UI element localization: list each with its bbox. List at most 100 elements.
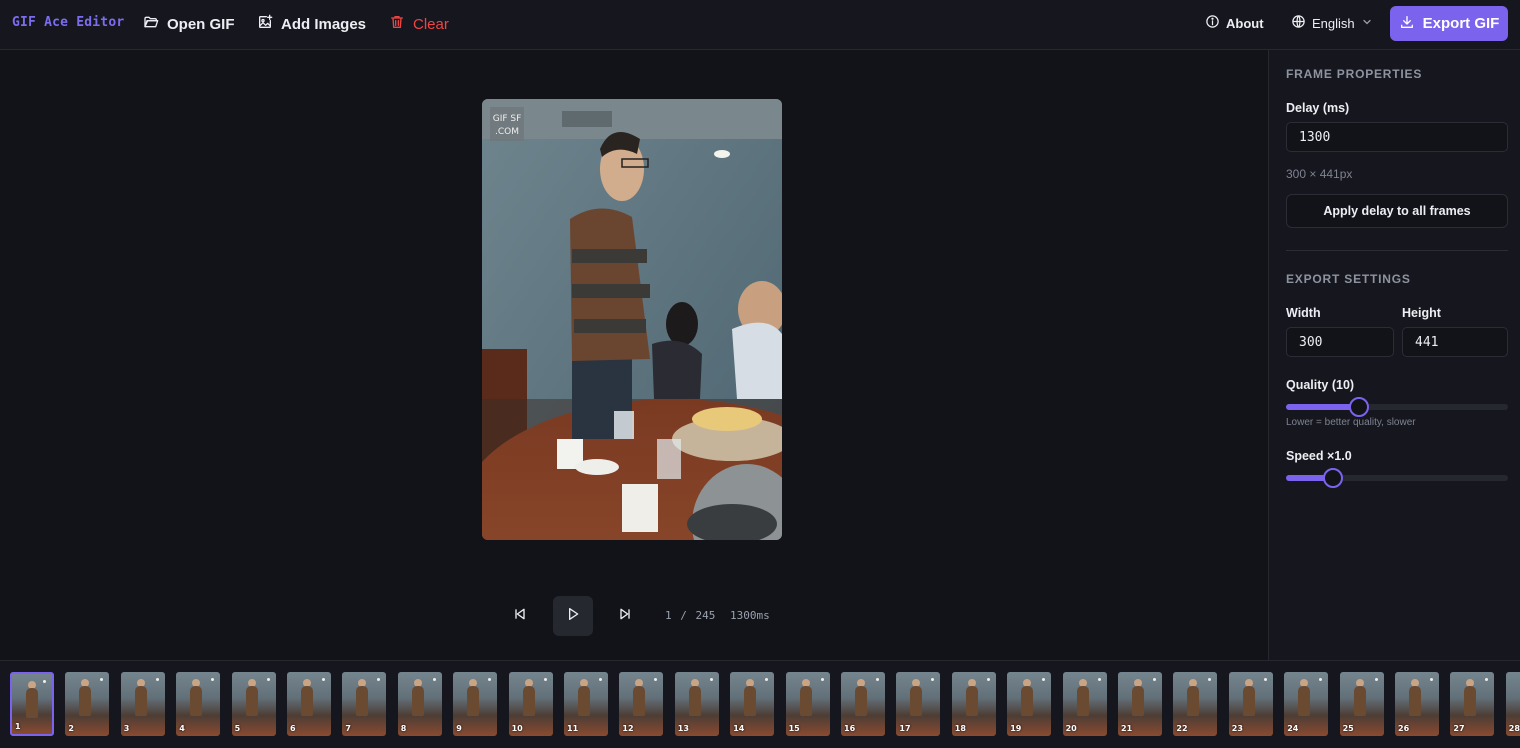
height-input[interactable]: 441 [1402,327,1508,357]
quality-hint: Lower = better quality, slower [1286,417,1416,428]
frame-thumbnail[interactable]: 25 [1340,672,1384,736]
thumbnail-light [710,678,713,681]
about-label: About [1226,16,1264,31]
previous-frame-button[interactable] [500,596,540,636]
frame-thumbnail[interactable]: 23 [1229,672,1273,736]
thumbnail-light [1042,678,1045,681]
thumbnail-figure-body [1077,686,1089,716]
frame-number: 28 [1509,724,1520,733]
thumbnail-light [1375,678,1378,681]
frame-thumbnail[interactable]: 20 [1063,672,1107,736]
frame-delay-readout: 1300ms [730,609,770,622]
folder-open-icon [143,14,159,34]
play-button[interactable] [553,596,593,636]
frame-thumbnail[interactable]: 19 [1007,672,1051,736]
thumbnail-light [488,678,491,681]
quality-slider-thumb[interactable] [1349,397,1369,417]
frame-thumbnail[interactable]: 14 [730,672,774,736]
add-images-button[interactable]: Add Images [257,13,366,35]
frame-number: 1 [15,722,21,731]
frame-number: 14 [733,724,744,733]
watermark-line1: GIF SF [493,114,522,124]
speed-slider-thumb[interactable] [1323,468,1343,488]
frame-number: 10 [512,724,523,733]
frame-thumbnail[interactable]: 9 [453,672,497,736]
thumbnail-figure-body [1187,686,1199,716]
section-divider [1286,250,1508,251]
chevron-down-icon [1361,16,1373,31]
thumbnail-light [931,678,934,681]
frame-number: 7 [345,724,351,733]
frame-number: 12 [622,724,633,733]
info-icon [1205,14,1220,32]
frame-preview: GIF SF .COM [482,99,782,540]
clear-button[interactable]: Clear [389,13,449,35]
frame-thumbnail[interactable]: 17 [896,672,940,736]
frame-number: 6 [290,724,296,733]
top-toolbar: GIF Ace Editor Open GIF Add Images Clear… [0,0,1520,50]
thumbnail-figure-body [1464,686,1476,716]
frame-thumbnail[interactable]: 2 [65,672,109,736]
thumbnail-figure-body [689,686,701,716]
apply-delay-all-button[interactable]: Apply delay to all frames [1286,194,1508,228]
language-select[interactable]: English [1291,14,1373,32]
quality-slider[interactable] [1286,404,1508,410]
thumbnail-figure-body [633,686,645,716]
thumbnail-light [1264,678,1267,681]
speed-slider[interactable] [1286,475,1508,481]
width-label: Width [1286,306,1321,320]
trash-icon [389,14,405,34]
playback-controls: 1 / 245 1300ms [0,596,1268,636]
frame-thumbnail[interactable]: 21 [1118,672,1162,736]
frame-number: 11 [567,724,578,733]
thumbnail-light [1098,678,1101,681]
skip-forward-icon [617,606,633,627]
frame-thumbnail[interactable]: 3 [121,672,165,736]
thumbnail-light [267,678,270,681]
frame-number: 2 [68,724,74,733]
frame-thumbnail[interactable]: 22 [1173,672,1217,736]
frame-thumbnail[interactable]: 5 [232,672,276,736]
frame-thumbnail[interactable]: 8 [398,672,442,736]
thumbnail-figure-body [523,686,535,716]
frame-thumbnail[interactable]: 12 [619,672,663,736]
frame-thumbnail[interactable]: 24 [1284,672,1328,736]
frame-number: 26 [1398,724,1409,733]
frame-thumbnail[interactable]: 1 [10,672,54,736]
frame-thumbnail[interactable]: 13 [675,672,719,736]
frame-thumbnail[interactable]: 7 [342,672,386,736]
thumbnail-light [654,678,657,681]
frame-thumbnail[interactable]: 11 [564,672,608,736]
frame-thumbnail[interactable]: 18 [952,672,996,736]
frame-number: 16 [844,724,855,733]
frame-number: 23 [1232,724,1243,733]
quality-label: Quality (10) [1286,378,1354,392]
thumbnail-light [1319,678,1322,681]
thumbnail-figure-body [966,686,978,716]
preview-image: GIF SF .COM [482,99,782,540]
frame-thumbnail[interactable]: 28 [1506,672,1520,736]
frame-number: 8 [401,724,407,733]
frame-thumbnail[interactable]: 16 [841,672,885,736]
thumbnail-light [765,678,768,681]
frame-thumbnail[interactable]: 4 [176,672,220,736]
export-gif-button[interactable]: Export GIF [1390,6,1508,41]
play-icon [565,606,581,627]
next-frame-button[interactable] [605,596,645,636]
frame-thumbnail[interactable]: 26 [1395,672,1439,736]
open-gif-button[interactable]: Open GIF [143,13,235,35]
frame-thumbnail[interactable]: 27 [1450,672,1494,736]
thumbnail-figure-body [1021,686,1033,716]
open-gif-label: Open GIF [167,16,235,33]
frame-thumbnail[interactable]: 6 [287,672,331,736]
about-button[interactable]: About [1205,14,1264,32]
frame-thumbnail[interactable]: 10 [509,672,553,736]
thumbnail-light [544,678,547,681]
delay-input[interactable]: 1300 [1286,122,1508,152]
frame-thumbnail[interactable]: 15 [786,672,830,736]
thumbnail-light [876,678,879,681]
frame-number: 17 [899,724,910,733]
width-input[interactable]: 300 [1286,327,1394,357]
thumbnail-light [433,678,436,681]
frame-number: 18 [955,724,966,733]
